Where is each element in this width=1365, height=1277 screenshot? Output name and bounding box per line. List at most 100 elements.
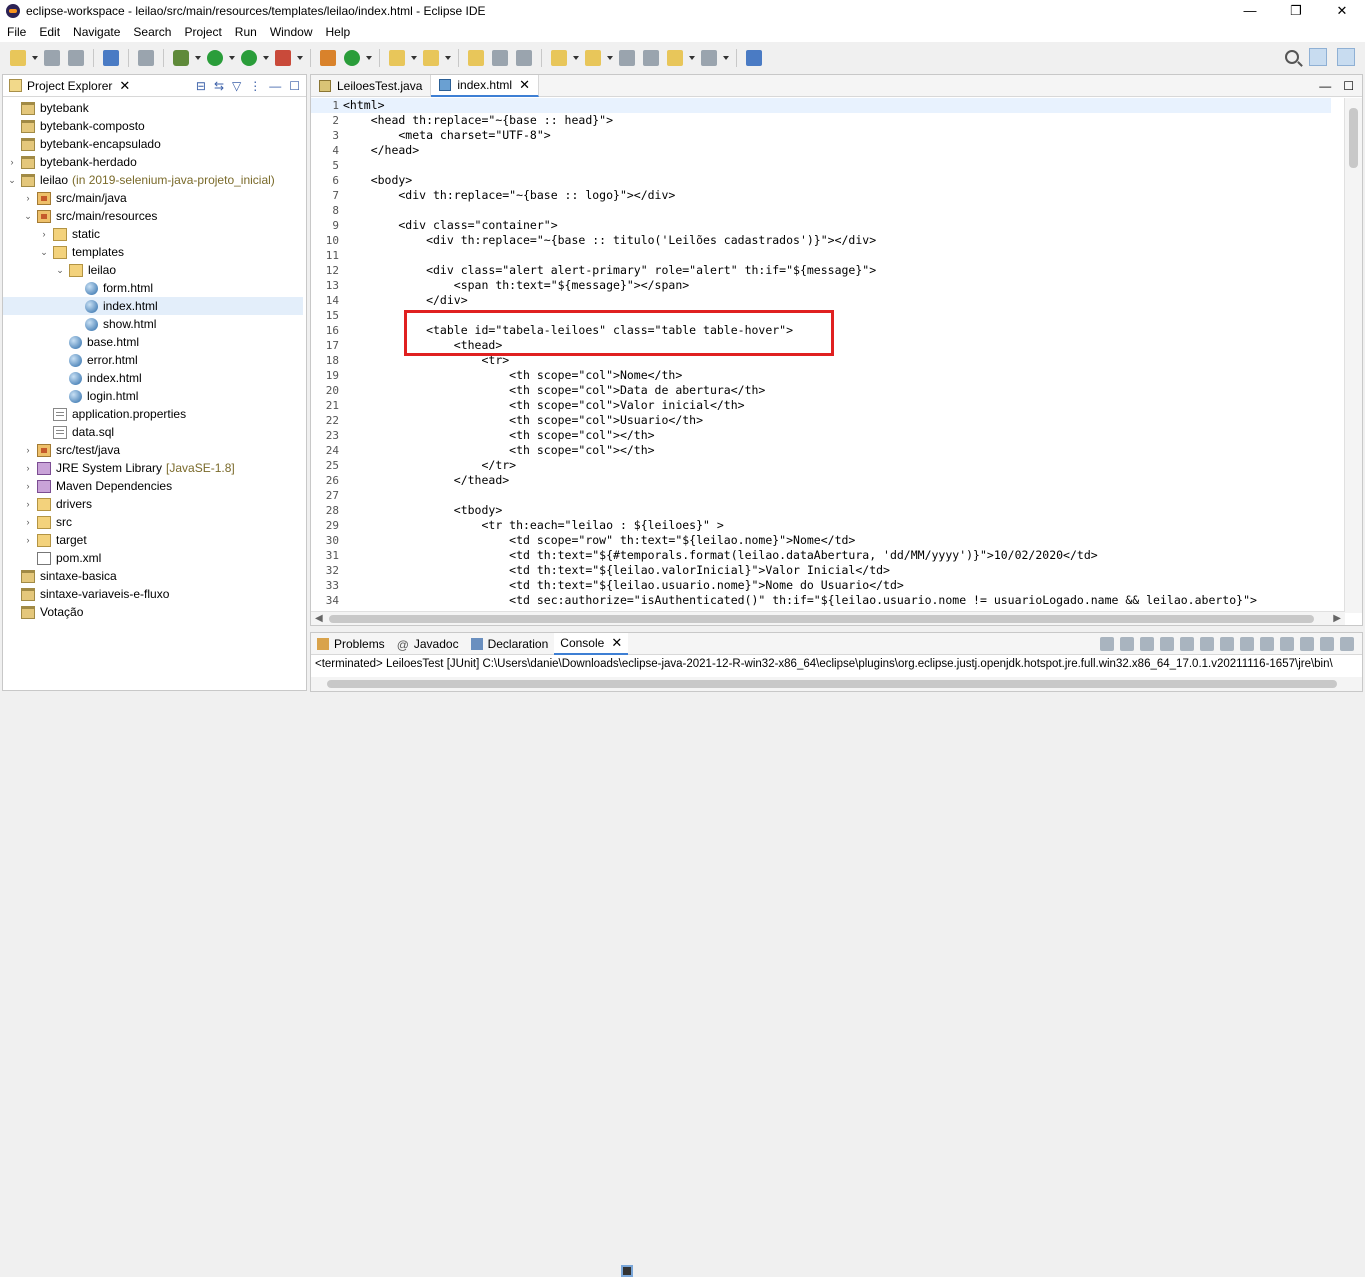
external-tools-icon[interactable]	[275, 50, 291, 66]
remove-all-launches-icon[interactable]	[1140, 636, 1154, 651]
new-console-icon[interactable]	[1300, 636, 1314, 651]
chevron-down-icon[interactable]: ⌄	[23, 211, 33, 222]
close-icon[interactable]: ✕	[119, 78, 130, 94]
search-icon[interactable]	[1285, 50, 1299, 64]
tab-declaration[interactable]: Declaration	[465, 633, 555, 655]
chevron-right-icon[interactable]: ›	[7, 157, 17, 167]
terminal-icon[interactable]	[103, 50, 119, 66]
new-class-dropdown-icon[interactable]	[366, 50, 372, 66]
tab-project-explorer[interactable]: Project Explorer ✕	[3, 75, 136, 97]
menu-navigate[interactable]: Navigate	[66, 25, 126, 39]
tree-item[interactable]: bytebank-encapsulado	[3, 135, 161, 153]
terminate-icon[interactable]	[1100, 636, 1114, 651]
tree-item[interactable]: › JRE System Library [JavaSE-1.8]	[3, 459, 235, 477]
tree-item[interactable]: pom.xml	[3, 549, 101, 567]
tree-item[interactable]: › target	[3, 531, 87, 549]
tree-item[interactable]: Votação	[3, 603, 83, 621]
menu-edit[interactable]: Edit	[32, 25, 66, 39]
minimize-console-icon[interactable]	[1320, 636, 1334, 651]
menu-help[interactable]: Help	[319, 25, 357, 39]
last-edit-icon[interactable]	[619, 50, 635, 66]
tree-item[interactable]: index.html	[3, 297, 303, 315]
menu-project[interactable]: Project	[177, 25, 227, 39]
tree-item[interactable]: index.html	[3, 369, 142, 387]
maximize-editor-icon[interactable]: ☐	[1343, 79, 1354, 93]
chevron-right-icon[interactable]: ›	[23, 445, 33, 455]
scroll-right-icon[interactable]: ▶	[1333, 612, 1341, 626]
clear-console-icon[interactable]	[1160, 636, 1174, 651]
close-icon[interactable]: ✕	[611, 635, 622, 651]
new-icon[interactable]	[10, 50, 26, 66]
word-wrap-icon[interactable]	[1200, 636, 1214, 651]
next-annotation-icon[interactable]	[551, 50, 567, 66]
maximize-console-icon[interactable]	[1340, 636, 1354, 651]
save-all-icon[interactable]	[68, 50, 84, 66]
tree-item[interactable]: ⌄ templates	[3, 243, 124, 261]
chevron-right-icon[interactable]: ›	[23, 463, 33, 473]
tree-item[interactable]: bytebank	[3, 99, 89, 117]
scroll-thumb[interactable]	[327, 680, 1337, 688]
tab-problems[interactable]: Problems	[311, 633, 391, 655]
new-java-class-icon[interactable]	[344, 50, 360, 66]
chevron-down-icon[interactable]: ⌄	[7, 175, 17, 186]
tree-item[interactable]: ⌄ leilao	[3, 261, 116, 279]
tab-leiloestest-java[interactable]: LeiloesTest.java	[311, 74, 432, 97]
debug-dropdown-icon[interactable]	[195, 50, 201, 66]
minimize-editor-icon[interactable]: —	[1319, 79, 1331, 93]
forward-edit-icon[interactable]	[643, 50, 659, 66]
close-icon[interactable]: ✕	[519, 77, 530, 93]
chevron-right-icon[interactable]: ›	[23, 535, 33, 545]
tree-item[interactable]: › src/test/java	[3, 441, 121, 459]
chevron-right-icon[interactable]: ›	[23, 193, 33, 203]
show-on-stderr-icon[interactable]	[1240, 636, 1254, 651]
menu-file[interactable]: File	[0, 25, 32, 39]
view-menu-icon[interactable]: ⋮	[249, 79, 261, 93]
scroll-lock-icon[interactable]	[1180, 636, 1194, 651]
run-dropdown-icon[interactable]	[229, 50, 235, 66]
tree-item[interactable]: ⌄ leilao (in 2019-selenium-java-projeto_in…	[3, 171, 275, 189]
toggle-mark-occurrences-icon[interactable]	[468, 50, 484, 66]
new-java-package-icon[interactable]	[320, 50, 336, 66]
close-window-button[interactable]: ✕	[1319, 0, 1365, 22]
link-with-editor-icon[interactable]: ⇆	[214, 79, 224, 93]
show-whitespace-icon[interactable]	[516, 50, 532, 66]
back-icon[interactable]	[667, 50, 683, 66]
open-task-icon[interactable]	[423, 50, 439, 66]
horizontal-scrollbar[interactable]: ◀ ▶	[311, 611, 1345, 625]
filter-icon[interactable]: ▽	[232, 79, 241, 93]
skip-breakpoints-icon[interactable]	[138, 50, 154, 66]
scroll-thumb[interactable]	[329, 615, 1314, 623]
open-type-icon[interactable]	[389, 50, 405, 66]
coverage-icon[interactable]	[241, 50, 257, 66]
tab-console[interactable]: Console ✕	[554, 632, 633, 1277]
tree-item[interactable]: base.html	[3, 333, 139, 351]
prev-annotation-icon[interactable]	[585, 50, 601, 66]
tree-item[interactable]: › bytebank-herdado	[3, 153, 137, 171]
forward-icon[interactable]	[701, 50, 717, 66]
tree-item[interactable]: › static	[3, 225, 101, 243]
debug-icon[interactable]	[173, 50, 189, 66]
tree-item[interactable]: application.properties	[3, 405, 186, 423]
remove-launch-icon[interactable]	[1120, 636, 1134, 651]
tree-item[interactable]: › Maven Dependencies	[3, 477, 173, 495]
scroll-thumb[interactable]	[1349, 108, 1358, 168]
toggle-block-selection-icon[interactable]	[492, 50, 508, 66]
coverage-dropdown-icon[interactable]	[263, 50, 269, 66]
chevron-right-icon[interactable]: ›	[23, 499, 33, 509]
new-dropdown-icon[interactable]	[32, 50, 38, 66]
minimize-button[interactable]: —	[1227, 0, 1273, 22]
menu-run[interactable]: Run	[228, 25, 263, 39]
show-on-stdout-icon[interactable]	[1220, 636, 1234, 651]
collapse-all-icon[interactable]: ⊟	[196, 79, 206, 93]
tab-index-html[interactable]: index.html ✕	[431, 74, 539, 97]
scroll-left-icon[interactable]: ◀	[315, 612, 323, 626]
console-horizontal-scrollbar[interactable]	[311, 677, 1362, 691]
save-icon[interactable]	[44, 50, 60, 66]
tree-item[interactable]: error.html	[3, 351, 138, 369]
chevron-right-icon[interactable]: ›	[23, 481, 33, 491]
chevron-down-icon[interactable]: ⌄	[39, 247, 49, 258]
tree-item[interactable]: › src	[3, 513, 73, 531]
tab-javadoc[interactable]: @ Javadoc	[391, 633, 465, 655]
vertical-scrollbar[interactable]	[1344, 98, 1362, 613]
java-perspective-icon[interactable]	[1337, 48, 1355, 66]
